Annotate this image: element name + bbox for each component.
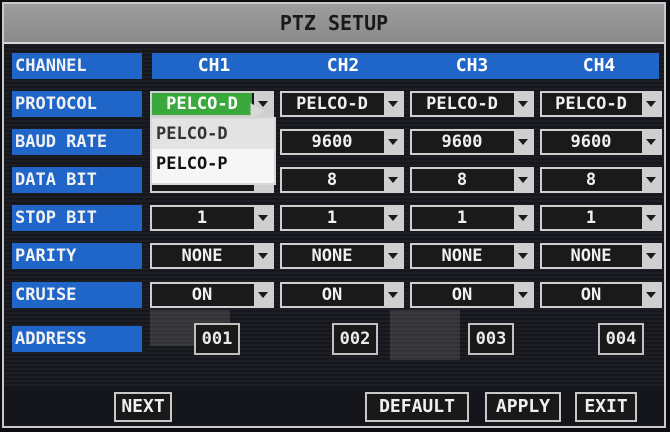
cruise-select-ch3[interactable]: ON bbox=[410, 282, 534, 308]
chevron-down-icon[interactable] bbox=[642, 131, 660, 153]
cruise-value-ch1: ON bbox=[191, 285, 213, 305]
parity-value-ch3: NONE bbox=[441, 246, 483, 266]
chevron-down-icon[interactable] bbox=[514, 93, 532, 115]
chevron-down-icon[interactable] bbox=[254, 284, 272, 306]
background-shape bbox=[390, 310, 460, 360]
chevron-down-icon[interactable] bbox=[642, 93, 660, 115]
parity-select-ch1[interactable]: NONE bbox=[150, 243, 274, 269]
chevron-down-icon[interactable] bbox=[514, 207, 532, 229]
address-field-ch4[interactable]: 004 bbox=[598, 323, 644, 355]
label-baud-rate: BAUD RATE bbox=[12, 129, 142, 155]
channel-header-ch4: CH4 bbox=[539, 53, 659, 79]
exit-button[interactable]: EXIT bbox=[575, 392, 637, 422]
chevron-down-icon[interactable] bbox=[514, 169, 532, 191]
stop-bit-select-ch3[interactable]: 1 bbox=[410, 205, 534, 231]
protocol-value-ch2: PELCO-D bbox=[296, 94, 368, 114]
protocol-select-ch4[interactable]: PELCO-D bbox=[540, 91, 662, 117]
channel-header-ch3: CH3 bbox=[410, 53, 534, 79]
cruise-value-ch4: ON bbox=[580, 285, 602, 305]
parity-select-ch3[interactable]: NONE bbox=[410, 243, 534, 269]
protocol-select-ch2[interactable]: PELCO-D bbox=[280, 91, 404, 117]
stop-bit-value-ch3: 1 bbox=[456, 208, 468, 228]
chevron-down-icon[interactable] bbox=[384, 284, 402, 306]
window-title: PTZ SETUP bbox=[4, 4, 664, 44]
channel-header-ch2: CH2 bbox=[281, 53, 405, 79]
protocol-value-ch4: PELCO-D bbox=[555, 94, 627, 114]
baud-rate-value-ch3: 9600 bbox=[441, 132, 483, 152]
chevron-down-icon[interactable] bbox=[254, 207, 272, 229]
stop-bit-select-ch2[interactable]: 1 bbox=[280, 205, 404, 231]
baud-rate-select-ch2[interactable]: 9600 bbox=[280, 129, 404, 155]
chevron-down-icon[interactable] bbox=[384, 131, 402, 153]
parity-select-ch4[interactable]: NONE bbox=[540, 243, 662, 269]
default-button[interactable]: DEFAULT bbox=[365, 392, 469, 422]
next-button[interactable]: NEXT bbox=[114, 392, 172, 422]
baud-rate-value-ch2: 9600 bbox=[311, 132, 353, 152]
chevron-down-icon[interactable] bbox=[514, 131, 532, 153]
protocol-value-ch3: PELCO-D bbox=[426, 94, 498, 114]
cruise-value-ch2: ON bbox=[321, 285, 343, 305]
label-cruise: CRUISE bbox=[12, 282, 142, 308]
dropdown-option-pelco-d[interactable]: PELCO-D bbox=[152, 119, 274, 149]
data-bit-value-ch2: 8 bbox=[326, 170, 338, 190]
label-parity: PARITY bbox=[12, 243, 142, 269]
chevron-down-icon[interactable] bbox=[642, 245, 660, 267]
chevron-down-icon[interactable] bbox=[514, 245, 532, 267]
protocol-select-ch3[interactable]: PELCO-D bbox=[410, 91, 534, 117]
address-field-ch3[interactable]: 003 bbox=[468, 323, 514, 355]
label-stop-bit: STOP BIT bbox=[12, 205, 142, 231]
stop-bit-select-ch4[interactable]: 1 bbox=[540, 205, 662, 231]
channel-header-ch1: CH1 bbox=[152, 53, 276, 79]
chevron-down-icon[interactable] bbox=[384, 207, 402, 229]
stop-bit-value-ch1: 1 bbox=[196, 208, 208, 228]
address-field-ch2[interactable]: 002 bbox=[332, 323, 378, 355]
address-field-ch1[interactable]: 001 bbox=[194, 323, 240, 355]
parity-select-ch2[interactable]: NONE bbox=[280, 243, 404, 269]
label-channel: CHANNEL bbox=[12, 53, 142, 79]
chevron-down-icon[interactable] bbox=[384, 245, 402, 267]
apply-button[interactable]: APPLY bbox=[485, 392, 561, 422]
chevron-down-icon[interactable] bbox=[384, 169, 402, 191]
label-protocol: PROTOCOL bbox=[12, 91, 142, 117]
data-bit-select-ch3[interactable]: 8 bbox=[410, 167, 534, 193]
data-bit-select-ch2[interactable]: 8 bbox=[280, 167, 404, 193]
chevron-down-icon[interactable] bbox=[384, 93, 402, 115]
protocol-dropdown-list: PELCO-D PELCO-P bbox=[150, 117, 276, 185]
label-address: ADDRESS bbox=[12, 326, 142, 352]
cruise-select-ch4[interactable]: ON bbox=[540, 282, 662, 308]
label-data-bit: DATA BIT bbox=[12, 167, 142, 193]
chevron-down-icon[interactable] bbox=[642, 284, 660, 306]
stop-bit-value-ch4: 1 bbox=[585, 208, 597, 228]
stop-bit-select-ch1[interactable]: 1 bbox=[150, 205, 274, 231]
data-bit-value-ch3: 8 bbox=[456, 170, 468, 190]
cruise-value-ch3: ON bbox=[451, 285, 473, 305]
chevron-down-icon[interactable] bbox=[514, 284, 532, 306]
cruise-select-ch1[interactable]: ON bbox=[150, 282, 274, 308]
data-bit-select-ch4[interactable]: 8 bbox=[540, 167, 662, 193]
chevron-down-icon[interactable] bbox=[254, 245, 272, 267]
parity-value-ch4: NONE bbox=[570, 246, 612, 266]
chevron-down-icon[interactable] bbox=[642, 207, 660, 229]
data-bit-value-ch4: 8 bbox=[585, 170, 597, 190]
dropdown-option-pelco-p[interactable]: PELCO-P bbox=[152, 149, 274, 179]
baud-rate-select-ch4[interactable]: 9600 bbox=[540, 129, 662, 155]
baud-rate-select-ch3[interactable]: 9600 bbox=[410, 129, 534, 155]
protocol-value-ch1: PELCO-D bbox=[152, 93, 252, 115]
chevron-down-icon[interactable] bbox=[642, 169, 660, 191]
baud-rate-value-ch4: 9600 bbox=[570, 132, 612, 152]
stop-bit-value-ch2: 1 bbox=[326, 208, 338, 228]
cruise-select-ch2[interactable]: ON bbox=[280, 282, 404, 308]
parity-value-ch2: NONE bbox=[311, 246, 353, 266]
parity-value-ch1: NONE bbox=[181, 246, 223, 266]
